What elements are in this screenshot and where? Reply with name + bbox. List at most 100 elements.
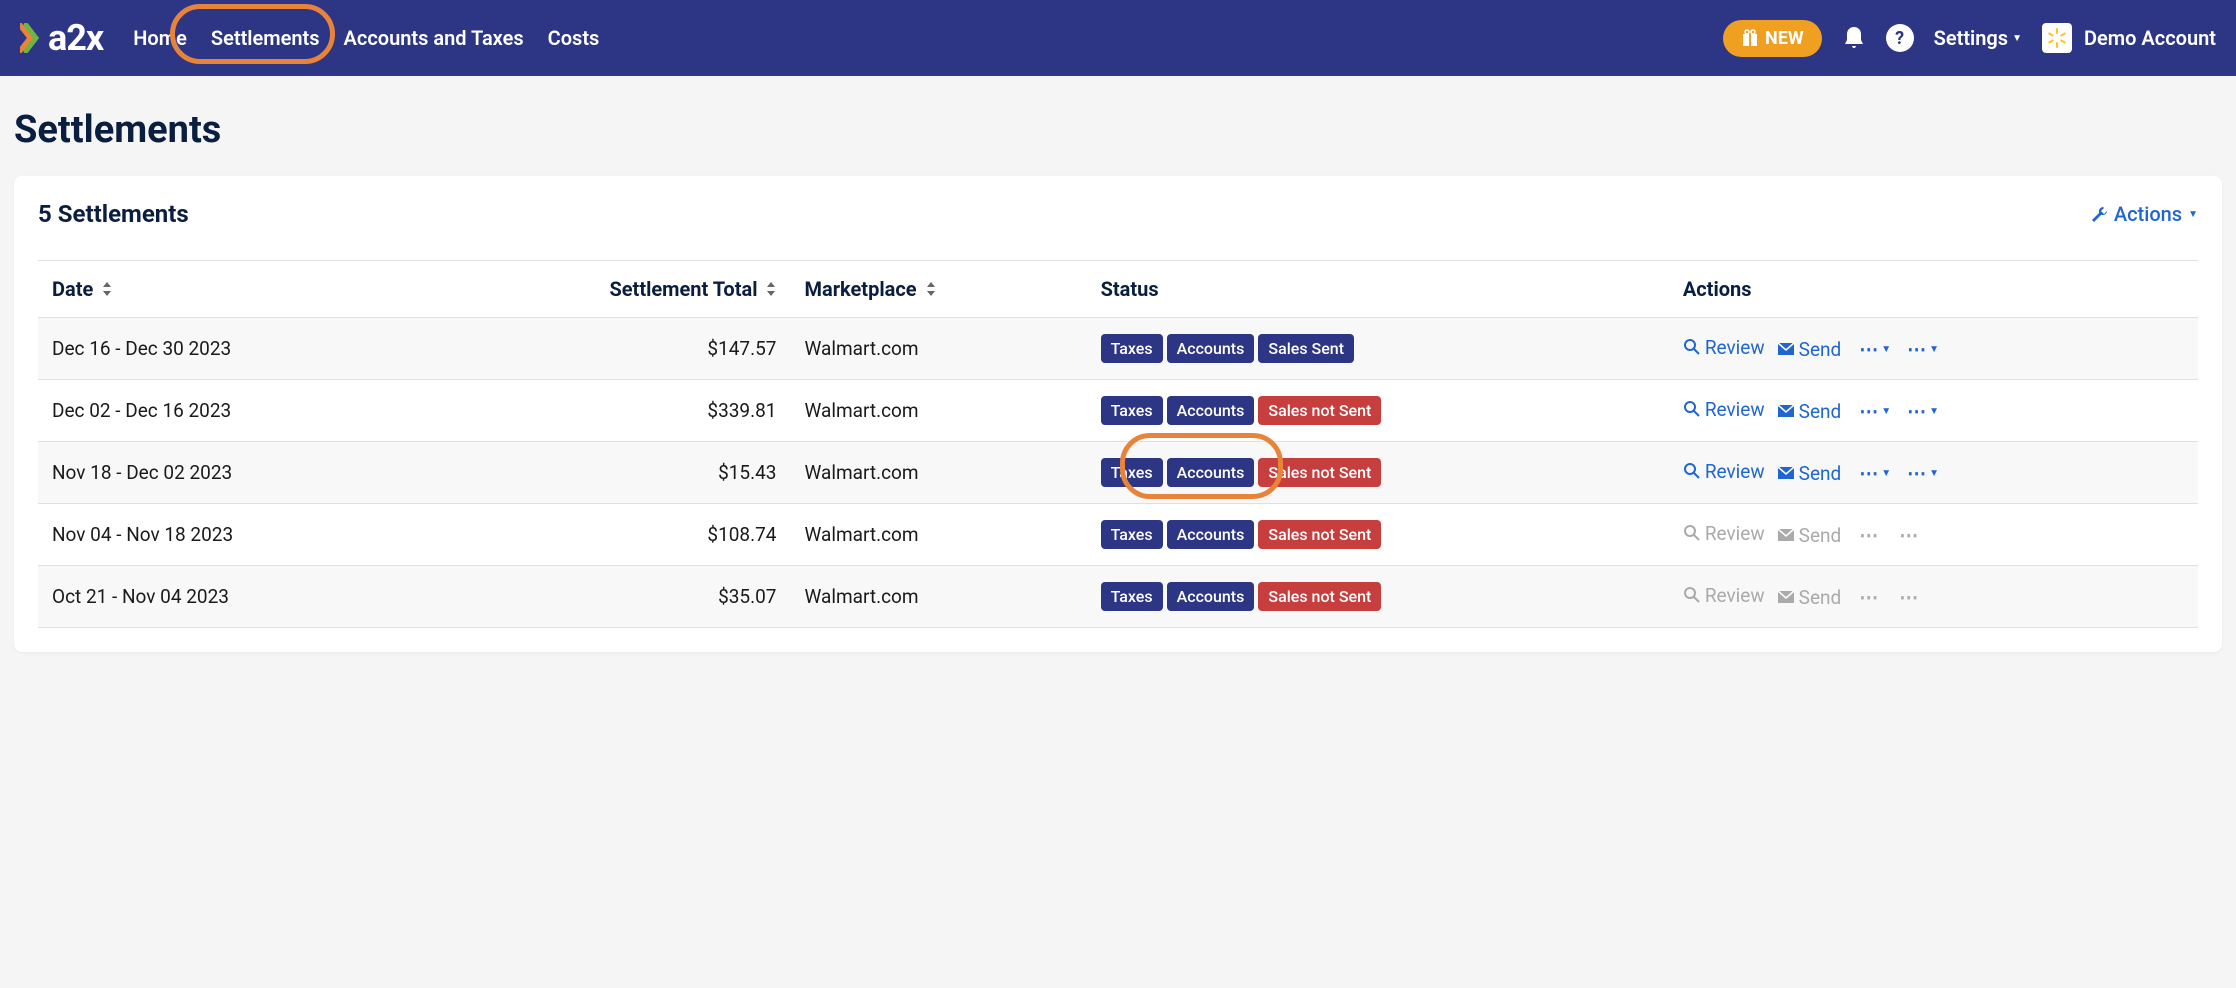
more-actions-dropdown[interactable]: ⋯ ▼ [1859,400,1891,423]
more-actions-dropdown-2: ⋯ [1885,524,1919,547]
walmart-spark-icon [2042,23,2072,53]
send-button[interactable]: Send [1777,400,1842,423]
cell-actions: Review Send ⋯ ⋯ [1669,504,2198,566]
envelope-icon [1777,528,1795,542]
cell-status: TaxesAccountsSales not Sent [1087,566,1669,628]
dots-icon: ⋯ [1907,400,1927,423]
settings-dropdown[interactable]: Settings ▼ [1934,26,2022,50]
nav-right: NEW ? Settings ▼ [1723,20,2216,57]
cell-actions: Review Send⋯ ▼⋯ ▼ [1669,380,2198,442]
cell-total: $147.57 [427,318,790,380]
col-header-marketplace[interactable]: Marketplace [790,261,1086,318]
send-button[interactable]: Send [1777,462,1842,485]
status-badge[interactable]: Accounts [1167,520,1255,549]
more-actions-dropdown[interactable]: ⋯ ▼ [1859,338,1891,361]
caret-down-icon: ▼ [1881,468,1891,479]
more-actions-dropdown-2[interactable]: ⋯ ▼ [1897,400,1939,423]
account-dropdown[interactable]: Demo Account [2042,23,2216,53]
caret-down-icon: ▼ [1929,406,1939,417]
panel-header: 5 Settlements Actions ▼ [38,200,2198,228]
status-badge[interactable]: Accounts [1167,582,1255,611]
status-badge[interactable]: Accounts [1167,334,1255,363]
notification-bell-button[interactable] [1842,25,1866,51]
more-actions-dropdown: ⋯ [1859,524,1879,547]
status-badge[interactable]: Taxes [1101,396,1163,425]
col-header-status-label: Status [1101,277,1159,301]
cell-status: TaxesAccountsSales not Sent [1087,380,1669,442]
review-button[interactable]: Review [1683,398,1765,421]
more-actions-dropdown-2: ⋯ [1885,586,1919,609]
dots-icon: ⋯ [1899,586,1919,609]
new-badge-button[interactable]: NEW [1723,20,1822,57]
status-badge[interactable]: Sales not Sent [1258,396,1381,425]
col-header-actions-label: Actions [1683,277,1752,301]
more-actions-dropdown: ⋯ [1859,586,1879,609]
status-badge[interactable]: Taxes [1101,334,1163,363]
caret-down-icon: ▼ [1881,344,1891,355]
status-badge[interactable]: Taxes [1101,520,1163,549]
cell-date: Dec 16 - Dec 30 2023 [38,318,427,380]
wrench-icon [2090,205,2108,223]
nav-home[interactable]: Home [133,26,187,50]
page-title: Settlements [14,108,2236,152]
settlements-panel: 5 Settlements Actions ▼ Date [14,176,2222,652]
col-header-actions: Actions [1669,261,2198,318]
cell-date: Dec 02 - Dec 16 2023 [38,380,427,442]
account-name-label: Demo Account [2084,26,2216,50]
caret-down-icon: ▼ [1881,406,1891,417]
status-badge[interactable]: Accounts [1167,458,1255,487]
status-badge[interactable]: Sales not Sent [1258,582,1381,611]
review-button: Review [1683,584,1765,607]
cell-marketplace: Walmart.com [790,442,1086,504]
question-icon: ? [1895,28,1904,49]
settlements-table: Date Settlement Total Marketplace [38,260,2198,628]
table-row: Nov 18 - Dec 02 2023$15.43Walmart.comTax… [38,442,2198,504]
gift-icon [1741,29,1759,47]
table-row: Nov 04 - Nov 18 2023$108.74Walmart.comTa… [38,504,2198,566]
col-header-total-label: Settlement Total [609,277,757,301]
cell-actions: Review Send ⋯ ▼ ⋯ ▼ [1669,442,2198,504]
status-badge[interactable]: Accounts [1167,396,1255,425]
nav-settlements[interactable]: Settlements [211,26,320,50]
review-button: Review [1683,522,1765,545]
envelope-icon [1777,404,1795,418]
actions-dropdown[interactable]: Actions ▼ [2090,202,2198,226]
envelope-icon [1777,342,1795,356]
actions-label: Actions [2114,202,2182,226]
dots-icon: ⋯ [1859,524,1879,547]
status-badge[interactable]: Sales not Sent [1258,520,1381,549]
settlement-count-label: 5 Settlements [38,200,189,228]
send-button: Send [1777,586,1842,609]
caret-down-icon: ▼ [2012,33,2022,44]
nav-accounts-taxes[interactable]: Accounts and Taxes [344,26,524,50]
sort-icon [766,282,776,300]
nav-links: Home Settlements Accounts and Taxes Cost… [133,26,599,50]
send-button: Send [1777,524,1842,547]
bell-icon [1842,25,1866,51]
review-button[interactable]: Review [1683,336,1765,359]
more-actions-dropdown-2[interactable]: ⋯ ▼ [1897,462,1939,485]
dots-icon: ⋯ [1899,524,1919,547]
cell-marketplace: Walmart.com [790,380,1086,442]
magnifier-icon [1683,338,1701,356]
cell-total: $108.74 [427,504,790,566]
logo-text: a2x [48,17,103,59]
status-badge[interactable]: Sales Sent [1258,334,1354,363]
send-button[interactable]: Send [1777,338,1842,361]
dots-icon: ⋯ [1859,586,1879,609]
col-header-total[interactable]: Settlement Total [427,261,790,318]
cell-total: $35.07 [427,566,790,628]
col-header-status: Status [1087,261,1669,318]
status-badge[interactable]: Sales not Sent [1258,458,1381,487]
help-button[interactable]: ? [1886,24,1914,52]
review-button[interactable]: Review [1683,460,1765,483]
more-actions-dropdown-2[interactable]: ⋯ ▼ [1897,338,1939,361]
status-badge[interactable]: Taxes [1101,458,1163,487]
magnifier-icon [1683,462,1701,480]
logo[interactable]: a2x [20,17,103,59]
more-actions-dropdown[interactable]: ⋯ ▼ [1859,462,1891,485]
nav-costs[interactable]: Costs [548,26,600,50]
cell-actions: Review Send ⋯ ⋯ [1669,566,2198,628]
status-badge[interactable]: Taxes [1101,582,1163,611]
col-header-date[interactable]: Date [38,261,427,318]
